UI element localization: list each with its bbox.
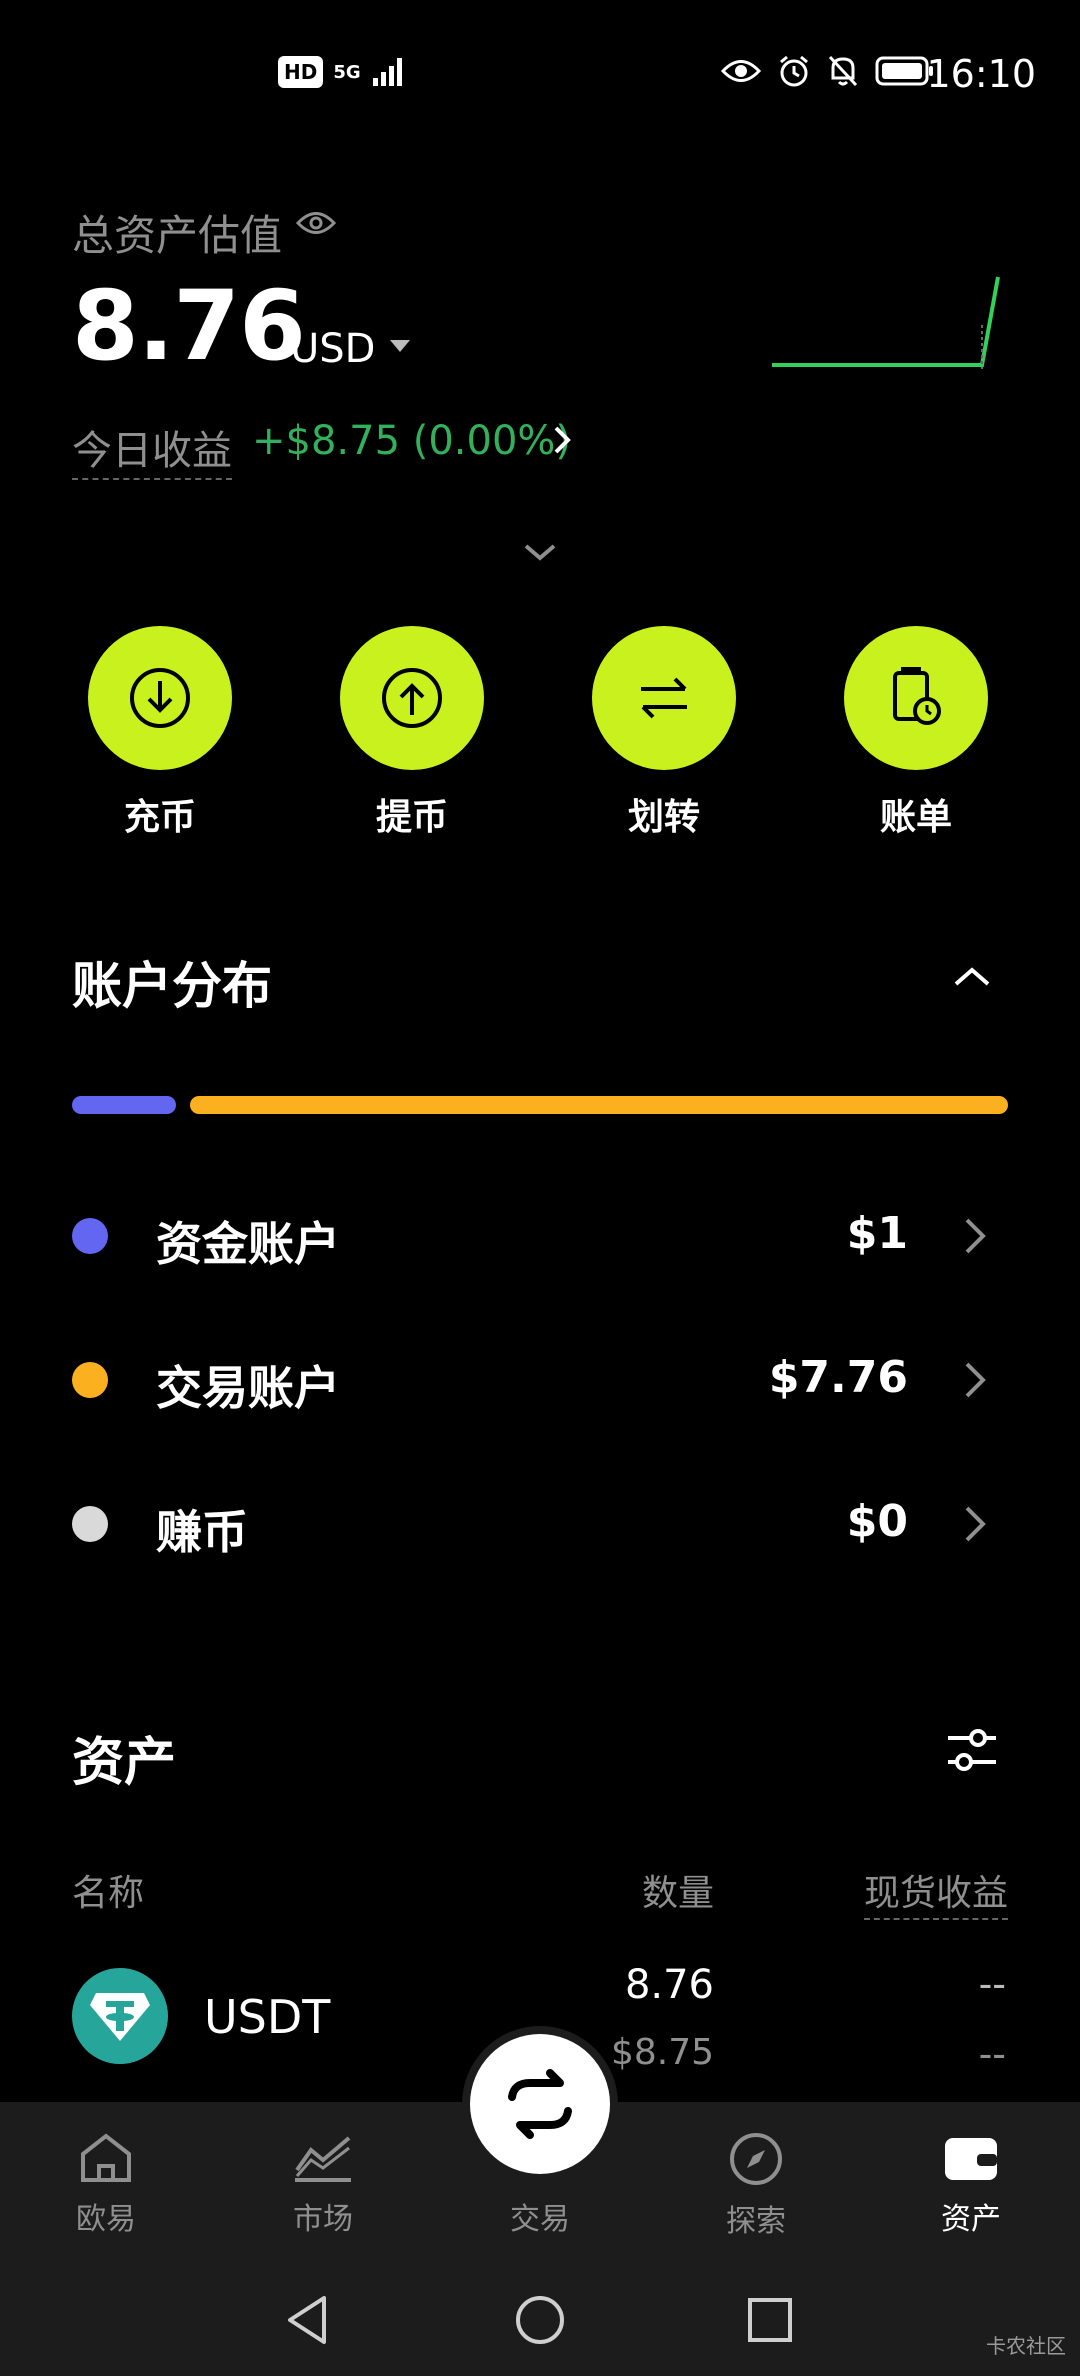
- account-name: 交易账户: [156, 1361, 340, 1415]
- asset-qty: 8.76: [624, 1962, 714, 2008]
- chevron-right-icon: [965, 1218, 986, 1254]
- column-name: 名称: [72, 1873, 145, 1914]
- transfer-button[interactable]: [592, 626, 736, 770]
- bill-button[interactable]: [844, 626, 988, 770]
- account-value: $7.76: [768, 1352, 908, 1403]
- recents-icon[interactable]: [740, 2290, 800, 2350]
- collapse-chevron-icon[interactable]: [950, 962, 994, 990]
- currency-selector[interactable]: USD: [290, 326, 375, 372]
- account-value: $0: [846, 1496, 908, 1547]
- distribution-bar-trading: [190, 1096, 1008, 1114]
- total-balance: 8.76: [72, 270, 306, 382]
- asset-usd-value: $8.75: [610, 2032, 714, 2073]
- nav-trade[interactable]: 交易: [465, 2190, 615, 2238]
- today-pnl-label[interactable]: 今日收益: [72, 418, 232, 480]
- distribution-bar-funding: [72, 1096, 176, 1114]
- caret-down-icon[interactable]: [390, 340, 410, 352]
- account-row-funding[interactable]: 资金账户 $1: [72, 1194, 1008, 1274]
- balance-sparkline: [772, 276, 1000, 369]
- usdt-logo: [72, 1968, 168, 2064]
- asset-symbol[interactable]: USDT: [204, 1990, 330, 2044]
- total-assets-label: 总资产估值: [72, 211, 283, 260]
- column-pnl[interactable]: 现货收益: [863, 1864, 1008, 1920]
- funding-dot: [72, 1218, 108, 1254]
- home-icon: [81, 2133, 131, 2182]
- transfer-label: 划转: [627, 797, 700, 838]
- nav-label: 交易: [510, 2202, 570, 2237]
- account-name: 资金账户: [156, 1217, 340, 1271]
- nav-label: 探索: [726, 2204, 786, 2239]
- signal-icon: [372, 58, 402, 86]
- bill-label: 账单: [879, 797, 952, 838]
- chevron-right-icon: [965, 1506, 986, 1542]
- home-circle-icon[interactable]: [510, 2290, 570, 2350]
- account-name: 赚币: [156, 1505, 248, 1559]
- mute-icon: [828, 55, 858, 87]
- withdraw-action[interactable]: 提币: [332, 626, 492, 840]
- market-icon: [295, 2136, 351, 2182]
- earn-dot: [72, 1506, 108, 1542]
- wallet-icon: [945, 2138, 997, 2180]
- eye-comfort-icon: [721, 60, 761, 82]
- account-row-earn[interactable]: 赚币 $0: [72, 1482, 1008, 1562]
- today-pnl-value[interactable]: +$8.75 (0.00%): [252, 418, 571, 464]
- nav-market[interactable]: 市场: [248, 2130, 398, 2238]
- asset-pnl-percent: --: [978, 2032, 1006, 2076]
- watermark: 卡农社区: [986, 2334, 1066, 2358]
- eye-icon[interactable]: [296, 208, 336, 238]
- withdraw-icon: [382, 668, 442, 728]
- chevron-right-icon: [965, 1362, 986, 1398]
- chevron-right-icon[interactable]: [550, 424, 576, 456]
- distribution-title: 账户分布: [72, 957, 272, 1015]
- trading-dot: [72, 1362, 108, 1398]
- account-row-trading[interactable]: 交易账户 $7.76: [72, 1338, 1008, 1418]
- deposit-label: 充币: [123, 797, 196, 838]
- expand-chevron-icon[interactable]: [520, 540, 560, 564]
- status-network: HD 5G: [278, 56, 407, 88]
- network-label: 5G: [333, 61, 361, 83]
- assets-title: 资产: [72, 1733, 177, 1793]
- trade-fab[interactable]: [470, 2034, 610, 2174]
- transfer-icon: [641, 677, 687, 719]
- deposit-button[interactable]: [88, 626, 232, 770]
- nav-home[interactable]: 欧易: [31, 2130, 181, 2238]
- tether-icon: [90, 1993, 150, 2041]
- nav-label: 欧易: [76, 2202, 136, 2237]
- nav-explore[interactable]: 探索: [681, 2130, 831, 2240]
- bill-icon: [893, 667, 941, 725]
- withdraw-button[interactable]: [340, 626, 484, 770]
- account-value: $1: [846, 1208, 908, 1259]
- nav-label: 资产: [941, 2202, 1001, 2237]
- column-qty: 数量: [641, 1873, 714, 1914]
- status-time: 16:10: [926, 52, 1036, 96]
- trade-icon: [508, 2069, 572, 2139]
- asset-pnl: --: [978, 1962, 1006, 2006]
- compass-icon: [730, 2133, 782, 2185]
- hd-badge: HD: [278, 56, 324, 88]
- transfer-action[interactable]: 划转: [584, 626, 744, 840]
- nav-assets[interactable]: 资产: [896, 2130, 1046, 2238]
- bill-action[interactable]: 账单: [836, 626, 996, 840]
- withdraw-label: 提币: [375, 797, 448, 838]
- filter-icon[interactable]: [944, 1724, 1000, 1776]
- back-icon[interactable]: [280, 2290, 340, 2350]
- status-icons: [721, 54, 935, 88]
- alarm-icon: [780, 55, 808, 87]
- nav-label: 市场: [293, 2202, 353, 2237]
- deposit-action[interactable]: 充币: [80, 626, 240, 840]
- deposit-icon: [130, 668, 190, 728]
